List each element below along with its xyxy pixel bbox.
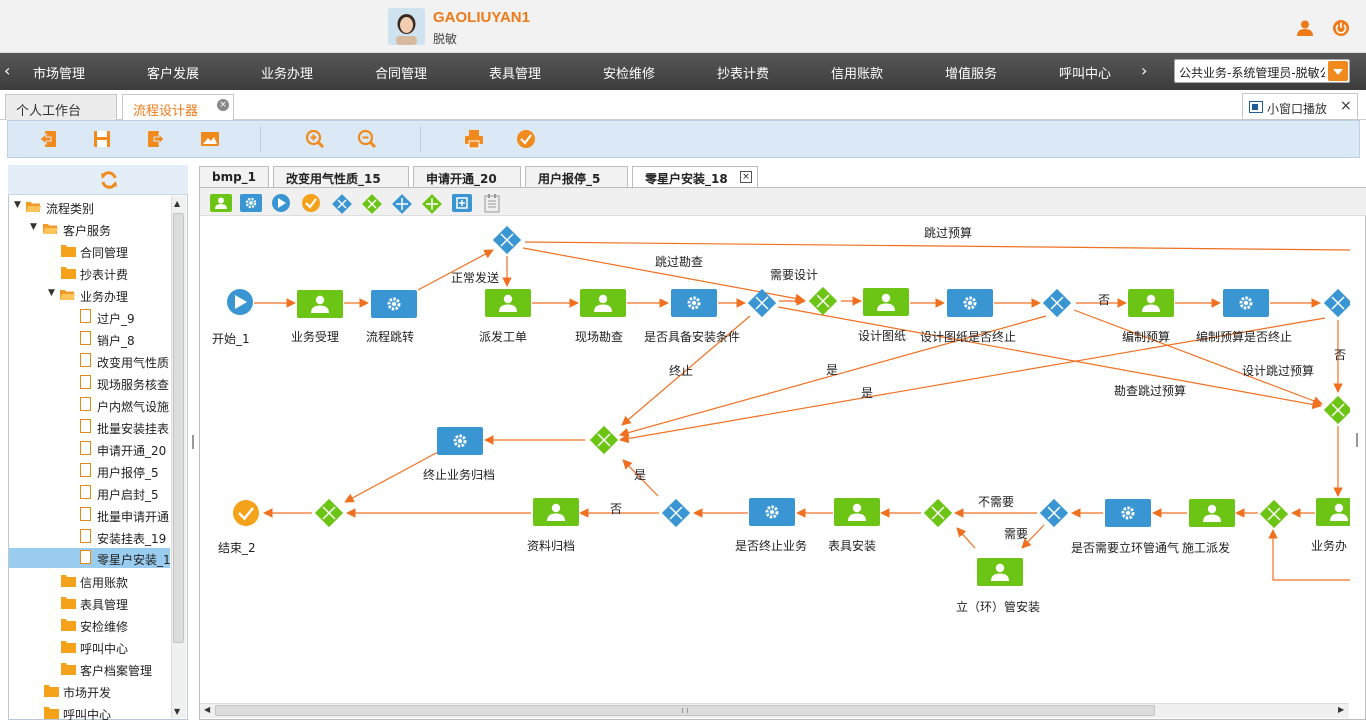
- node-label: 表具安装: [828, 538, 876, 553]
- service-task-jump[interactable]: [371, 290, 417, 318]
- gateway-need-pipe[interactable]: [1039, 498, 1069, 528]
- flow-edge[interactable]: [1268, 529, 1350, 581]
- service-task-need-pipe[interactable]: [1105, 499, 1151, 527]
- process-diagram: 开始_1 业务受理 流程跳转 派发工单 现场勘查 是否具备安装条件 设计图纸 设…: [212, 225, 1362, 614]
- gateway-condition[interactable]: [747, 288, 777, 318]
- right-splitter[interactable]: [1352, 400, 1364, 480]
- user-task-survey[interactable]: [580, 289, 626, 317]
- node-label: 业务办: [1311, 538, 1347, 553]
- user-task-business[interactable]: [1316, 498, 1362, 526]
- user-task-construct[interactable]: [1189, 499, 1235, 527]
- edge-label: 不需要: [978, 495, 1014, 509]
- edge-label: 勘查跳过预算: [1114, 383, 1186, 398]
- node-label: 是否具备安装条件: [644, 329, 740, 344]
- user-task-docs[interactable]: [533, 498, 579, 526]
- gateway-budget-merge[interactable]: [1323, 395, 1352, 425]
- node-label: 施工派发: [1182, 540, 1230, 555]
- node-label: 开始_1: [212, 332, 250, 346]
- node-label: 编制预算: [1122, 329, 1170, 344]
- gateway-pipe-merge[interactable]: [923, 498, 953, 528]
- user-task-budget[interactable]: [1128, 289, 1174, 317]
- service-task-budget-end[interactable]: [1223, 289, 1269, 317]
- edge-label: 否: [610, 502, 622, 516]
- end-event[interactable]: [233, 500, 259, 526]
- gateway-construct[interactable]: [1259, 499, 1289, 529]
- service-task-terminate-archive[interactable]: [437, 427, 483, 455]
- gateway-jump[interactable]: [492, 225, 522, 255]
- start-event[interactable]: [227, 289, 253, 315]
- edge-label: 跳过勘查: [655, 255, 703, 269]
- edge-label: 跳过预算: [924, 225, 972, 240]
- node-label: 结束_2: [218, 541, 256, 555]
- edge-label: 需要设计: [770, 268, 818, 282]
- gateway-design-end[interactable]: [1042, 288, 1072, 318]
- edge-label: 设计跳过预算: [1242, 363, 1314, 378]
- gateway-terminate[interactable]: [589, 425, 619, 455]
- gateway-budget-end[interactable]: [1323, 288, 1352, 318]
- flow-edge-survey-skip-budget[interactable]: [777, 306, 1322, 410]
- user-task-design[interactable]: [863, 288, 909, 316]
- gateway-is-end[interactable]: [661, 498, 691, 528]
- node-label: 是否需要立环管通气: [1071, 540, 1179, 555]
- node-label: 资料归档: [527, 539, 575, 553]
- edge-label: 是: [826, 363, 838, 377]
- node-label: 是否终止业务: [735, 538, 807, 553]
- node-label: 立（环）管安装: [956, 599, 1040, 614]
- user-task-accept[interactable]: [297, 290, 343, 318]
- app-window: GAOLIUYAN1 脱敏 ‹ 市场管理 客户发展 业务办理 合同管理 表具管理…: [0, 0, 1366, 720]
- edge-label: 否: [1334, 348, 1346, 362]
- edge-label: 正常发送: [451, 270, 499, 285]
- scroll-left-icon[interactable]: ◀: [204, 705, 210, 714]
- edge-label: 是: [861, 386, 873, 400]
- service-task-is-end[interactable]: [749, 498, 795, 526]
- service-task-condition[interactable]: [671, 289, 717, 317]
- gateway-end-merge[interactable]: [314, 498, 344, 528]
- edge-label: 需要: [1004, 527, 1028, 541]
- flow-edge-design-skip-budget[interactable]: [1073, 309, 1323, 406]
- service-task-design-end[interactable]: [947, 289, 993, 317]
- node-label: 派发工单: [479, 329, 527, 344]
- node-label: 流程跳转: [366, 329, 414, 344]
- user-task-pipe-install[interactable]: [977, 558, 1023, 586]
- diagram-hscrollbar-thumb[interactable]: [215, 705, 1155, 716]
- node-label: 现场勘查: [575, 330, 623, 344]
- edge-label: 终止: [669, 363, 693, 378]
- edge-label: 否: [1098, 293, 1110, 307]
- node-label: 业务受理: [291, 329, 339, 344]
- node-label: 设计图纸: [858, 329, 906, 343]
- scroll-right-icon[interactable]: ▶: [1338, 705, 1344, 714]
- node-label: 设计图纸是否终止: [920, 329, 1016, 344]
- node-label: 终止业务归档: [423, 467, 495, 482]
- flow-edge-skip-budget[interactable]: [524, 241, 1350, 251]
- user-task-meter-install[interactable]: [834, 498, 880, 526]
- edge-label: 是: [634, 468, 646, 482]
- user-task-dispatch[interactable]: [485, 289, 531, 317]
- node-label: 编制预算是否终止: [1196, 329, 1292, 344]
- flow-edge[interactable]: [956, 527, 976, 549]
- gateway-design-merge[interactable]: [808, 286, 838, 316]
